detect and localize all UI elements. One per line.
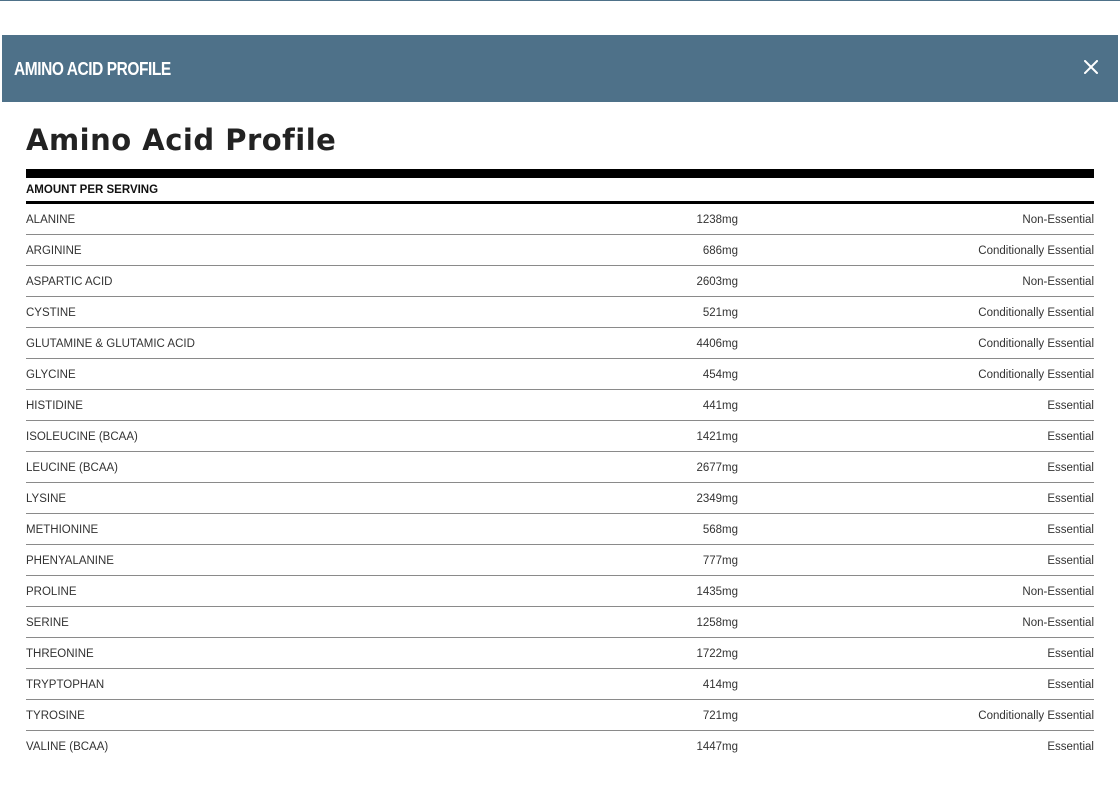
top-divider xyxy=(0,0,1120,1)
amino-acid-classification: Essential xyxy=(1047,741,1094,753)
table-row: SERINE 1258mg Non-Essential xyxy=(26,607,1094,638)
amino-acid-name: ISOLEUCINE (BCAA) xyxy=(26,430,138,443)
table-row: TYROSINE 721mg Conditionally Essential xyxy=(26,700,1094,731)
amino-acid-classification: Conditionally Essential xyxy=(978,244,1094,257)
amino-acid-name: METHIONINE xyxy=(26,523,99,536)
amino-acid-amount: 686mg xyxy=(702,244,738,257)
amino-acid-amount: 441mg xyxy=(702,399,738,412)
amino-acid-classification: Essential xyxy=(1047,554,1094,567)
modal-header-title: AMINO ACID PROFILE xyxy=(14,59,171,79)
table-row: HISTIDINE 441mg Essential xyxy=(26,390,1094,421)
amino-acid-classification: Essential xyxy=(1047,492,1094,505)
amino-acid-table: AMOUNT PER SERVING ALANINE 1238mg Non-Esse… xyxy=(26,169,1094,762)
amino-acid-classification: Essential xyxy=(1047,430,1094,443)
amino-acid-name: PROLINE xyxy=(26,585,77,598)
amino-acid-amount: 414mg xyxy=(702,678,738,691)
amino-acid-amount: 1258mg xyxy=(696,616,738,629)
amino-acid-classification: Conditionally Essential xyxy=(978,337,1094,350)
amino-acid-name: ARGININE xyxy=(26,244,82,257)
table-header-label: AMOUNT PER SERVING xyxy=(26,184,159,196)
table-row: GLYCINE 454mg Conditionally Essential xyxy=(26,359,1094,390)
page-title: Amino Acid Profile xyxy=(26,123,337,157)
amino-acid-classification: Conditionally Essential xyxy=(978,368,1094,381)
close-icon xyxy=(1084,59,1098,74)
amino-acid-amount: 2603mg xyxy=(696,275,738,288)
amino-acid-classification: Essential xyxy=(1047,523,1094,536)
amino-acid-amount: 1435mg xyxy=(696,585,738,598)
modal-content: Amino Acid Profile AMOUNT PER SERVING AL… xyxy=(2,102,1118,762)
amino-acid-name: TYROSINE xyxy=(26,709,85,722)
amino-acid-classification: Non-Essential xyxy=(1022,585,1094,598)
table-row: LYSINE 2349mg Essential xyxy=(26,483,1094,514)
amino-acid-amount: 1421mg xyxy=(696,430,738,443)
amino-acid-amount: 1447mg xyxy=(696,741,738,753)
amino-acid-name: GLYCINE xyxy=(26,368,76,381)
amino-acid-name: THREONINE xyxy=(26,647,94,660)
table-row: PROLINE 1435mg Non-Essential xyxy=(26,576,1094,607)
table-row: CYSTINE 521mg Conditionally Essential xyxy=(26,297,1094,328)
table-row: METHIONINE 568mg Essential xyxy=(26,514,1094,545)
table-row: PHENYALANINE 777mg Essential xyxy=(26,545,1094,576)
table-row: TRYPTOPHAN 414mg Essential xyxy=(26,669,1094,700)
table-header: AMOUNT PER SERVING xyxy=(26,178,1094,204)
amino-acid-modal: AMINO ACID PROFILE Amino Acid Profile AM… xyxy=(2,35,1118,788)
amino-acid-classification: Essential xyxy=(1047,678,1094,691)
amino-acid-name: TRYPTOPHAN xyxy=(26,678,105,691)
table-row: THREONINE 1722mg Essential xyxy=(26,638,1094,669)
table-row: ARGININE 686mg Conditionally Essential xyxy=(26,235,1094,266)
amino-acid-amount: 454mg xyxy=(702,368,738,381)
amino-acid-name: ASPARTIC ACID xyxy=(26,275,113,288)
amino-acid-name: CYSTINE xyxy=(26,306,76,319)
amino-acid-classification: Essential xyxy=(1047,461,1094,474)
amino-acid-amount: 4406mg xyxy=(696,337,738,350)
amino-acid-classification: Conditionally Essential xyxy=(978,709,1094,722)
amino-acid-name: PHENYALANINE xyxy=(26,554,114,567)
amino-acid-amount: 777mg xyxy=(702,554,738,567)
table-row: VALINE (BCAA) 1447mg Essential xyxy=(26,731,1094,762)
amino-acid-classification: Non-Essential xyxy=(1022,213,1094,226)
table-row: GLUTAMINE & GLUTAMIC ACID 4406mg Condition… xyxy=(26,328,1094,359)
table-row: ALANINE 1238mg Non-Essential xyxy=(26,204,1094,235)
amino-acid-name: SERINE xyxy=(26,616,69,629)
amino-acid-classification: Non-Essential xyxy=(1022,275,1094,288)
amino-acid-name: LEUCINE (BCAA) xyxy=(26,461,119,474)
amino-acid-classification: Essential xyxy=(1047,647,1094,660)
amino-acid-classification: Conditionally Essential xyxy=(978,306,1094,319)
table-body: ALANINE 1238mg Non-Essential ARGININE 686mg C… xyxy=(26,204,1094,762)
amino-acid-name: ALANINE xyxy=(26,213,76,226)
amino-acid-amount: 721mg xyxy=(702,709,738,722)
table-row: LEUCINE (BCAA) 2677mg Essential xyxy=(26,452,1094,483)
amino-acid-classification: Non-Essential xyxy=(1022,616,1094,629)
table-row: ISOLEUCINE (BCAA) 1421mg Essential xyxy=(26,421,1094,452)
modal-header: AMINO ACID PROFILE xyxy=(2,35,1118,102)
amino-acid-amount: 1722mg xyxy=(696,647,738,660)
amino-acid-amount: 2677mg xyxy=(696,461,738,474)
amino-acid-name: HISTIDINE xyxy=(26,399,83,412)
amino-acid-amount: 568mg xyxy=(702,523,738,536)
table-row: ASPARTIC ACID 2603mg Non-Essential xyxy=(26,266,1094,297)
amino-acid-classification: Essential xyxy=(1047,399,1094,412)
amino-acid-amount: 521mg xyxy=(702,306,738,319)
close-button[interactable] xyxy=(1078,54,1104,80)
amino-acid-name: GLUTAMINE & GLUTAMIC ACID xyxy=(26,337,195,350)
amino-acid-amount: 2349mg xyxy=(696,492,738,505)
amino-acid-name: LYSINE xyxy=(26,492,67,505)
amino-acid-name: VALINE (BCAA) xyxy=(26,741,109,753)
amino-acid-amount: 1238mg xyxy=(696,213,738,226)
